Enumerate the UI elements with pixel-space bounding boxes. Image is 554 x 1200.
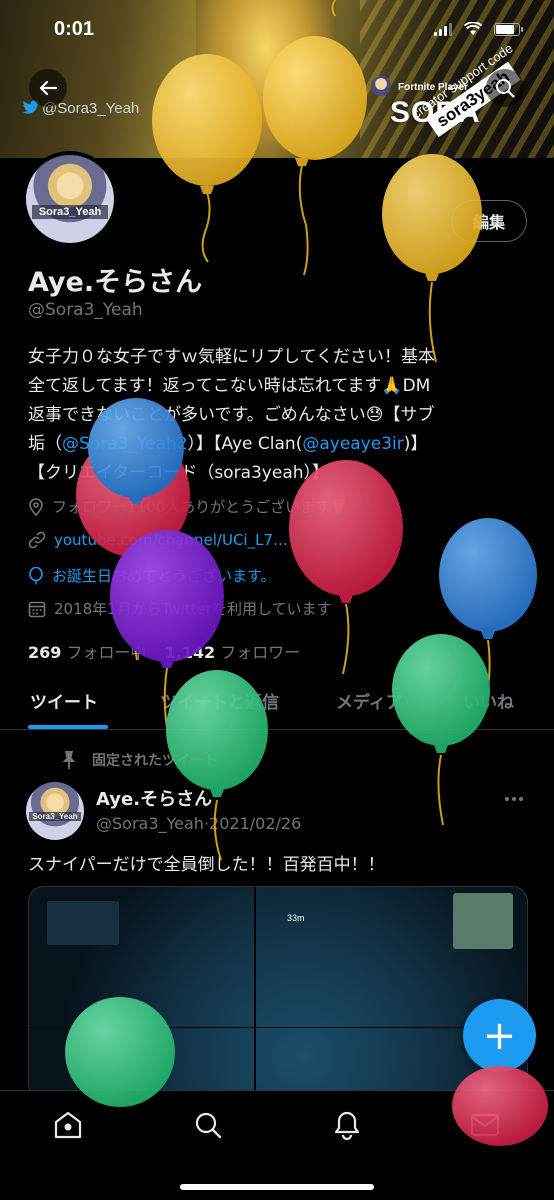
balloon-knot — [126, 556, 140, 563]
balloon-string — [298, 164, 309, 276]
tweet-date: 2021/02/26 — [209, 814, 302, 833]
profile-birthday: お誕生日おめでとうございます。 — [28, 565, 276, 586]
location-text: フォロワー1100人ありがとうございます🌹 — [52, 498, 349, 516]
profile-handle: @Sora3_Yeah — [28, 300, 143, 320]
game-hud-squad — [47, 901, 119, 945]
battery-icon — [494, 22, 523, 36]
tweet-avatar-label: Sora3_Yeah — [29, 812, 81, 821]
tweet-more-button[interactable] — [504, 786, 524, 807]
search-icon — [195, 1112, 222, 1139]
tab-media[interactable]: メディア — [336, 688, 403, 713]
follow-counts: 269 フォロー中 1,142 フォロワー — [28, 639, 300, 663]
tweet-handle: @Sora3_Yeah — [96, 814, 204, 833]
balloon-icon — [29, 566, 43, 584]
edit-profile-button[interactable]: 編集 — [451, 200, 527, 242]
signal-icon — [434, 22, 452, 36]
followers-label: フォロワー — [220, 643, 301, 662]
search-button[interactable] — [486, 69, 524, 107]
home-icon — [54, 1111, 82, 1139]
bio-text: 垢（ — [28, 434, 62, 454]
bio-line: 垢（@Sora3_Yeah2）】【Aye Clan(@ayeaye3ir)】 — [28, 430, 528, 459]
scope-crosshair-horizontal — [29, 1027, 527, 1028]
wifi-icon — [464, 22, 482, 35]
bio-line: 返事できないことが多いです。ごめんなさい😓【サブ — [28, 405, 435, 425]
account-avatar-small[interactable] — [371, 76, 391, 96]
bio-mention-link[interactable]: @Sora3_Yeah2 — [62, 434, 188, 454]
balloon-string — [437, 754, 444, 826]
tweet-author-name[interactable]: Aye.そらさん — [96, 785, 212, 811]
bell-icon — [334, 1111, 360, 1140]
balloon-knot — [210, 789, 224, 797]
balloon-knot — [200, 186, 214, 194]
tweet-meta: @Sora3_Yeah·2021/02/26 — [96, 814, 301, 833]
bio-text: )】 — [403, 434, 428, 454]
tab-tweets-replies[interactable]: ツイートと返信 — [160, 688, 279, 713]
website-link[interactable]: youtube.com/channel/UCi_L7… — [54, 531, 288, 549]
status-time: 0:01 — [54, 18, 95, 40]
nav-notifications[interactable] — [327, 1105, 367, 1145]
scope-crosshair-vertical — [254, 887, 256, 1099]
profile-joined: 2018年1月からTwitterを利用しています — [28, 598, 332, 619]
bio-mention-link[interactable]: @ayeaye3ir — [302, 434, 403, 454]
profile-avatar[interactable]: Sora3_Yeah — [22, 151, 118, 247]
pinned-text: 固定されたツイート — [92, 753, 218, 769]
profile-tabs: ツイート ツイートと返信 メディア いいね — [0, 680, 554, 730]
home-indicator[interactable] — [180, 1184, 374, 1190]
following-count: 269 — [28, 643, 62, 662]
profile-location: フォロワー1100人ありがとうございます🌹 — [28, 496, 349, 517]
calendar-icon — [28, 601, 46, 617]
game-minimap — [453, 893, 513, 949]
nav-home[interactable] — [48, 1105, 88, 1145]
bio-line: 全て返してます！返ってこない時は忘れてます🙏DM — [28, 376, 431, 396]
followers-link[interactable]: 1,142 フォロワー — [165, 639, 301, 663]
birthday-text: お誕生日おめでとうございます。 — [52, 567, 276, 585]
tab-tweets[interactable]: ツイート — [30, 688, 98, 713]
nav-messages[interactable] — [465, 1105, 505, 1145]
battery-fill — [496, 24, 514, 34]
balloon-string — [201, 191, 211, 263]
balloon-knot — [481, 631, 495, 639]
avatar-label: Sora3_Yeah — [32, 205, 108, 219]
more-dots-icon — [505, 797, 523, 801]
game-hud-text: 33m — [287, 913, 305, 923]
back-button[interactable] — [29, 69, 67, 107]
balloon-string — [342, 603, 350, 675]
balloon-knot — [295, 158, 309, 166]
arrow-left-icon — [39, 80, 57, 96]
bio-line: 女子力０な女子ですｗ気軽にリプしてください！基本 — [28, 347, 435, 367]
bio-line: 【クリエイターコード（sora3yeah）】 — [28, 463, 330, 483]
nav-search[interactable] — [188, 1105, 228, 1145]
status-bar: 0:01 — [0, 0, 554, 60]
active-tab-indicator — [28, 725, 108, 729]
joined-text: 2018年1月からTwitterを利用しています — [54, 600, 332, 618]
tweet-avatar[interactable]: Sora3_Yeah — [26, 782, 84, 840]
profile-website[interactable]: youtube.com/channel/UCi_L7… — [28, 531, 288, 549]
display-name: Aye.そらさん — [28, 267, 203, 298]
following-label: フォロー中 — [66, 643, 147, 662]
balloon-knot — [425, 273, 439, 281]
following-link[interactable]: 269 フォロー中 — [28, 639, 147, 663]
balloon-knot — [339, 595, 353, 603]
location-pin-icon — [29, 497, 43, 516]
tab-likes[interactable]: いいね — [463, 688, 514, 713]
bio-text: ）】【Aye Clan( — [187, 434, 303, 454]
tweet-media[interactable]: 33m — [28, 886, 528, 1100]
link-icon — [28, 531, 46, 549]
tweet-text: スナイパーだけで全員倒した！！百発百中！！ — [28, 855, 385, 875]
balloon-knot — [434, 745, 448, 753]
followers-count: 1,142 — [164, 643, 216, 662]
pinned-tweet-label: 固定されたツイート — [60, 750, 218, 770]
compose-tweet-button[interactable]: + — [463, 999, 536, 1072]
status-icons — [434, 22, 523, 36]
search-icon — [496, 79, 515, 98]
mail-icon — [470, 1113, 500, 1137]
balloon-blue — [439, 518, 537, 632]
profile-bio: 女子力０な女子ですｗ気軽にリプしてください！基本 全て返してます！返ってこない時… — [28, 343, 528, 488]
pin-icon — [62, 751, 76, 769]
